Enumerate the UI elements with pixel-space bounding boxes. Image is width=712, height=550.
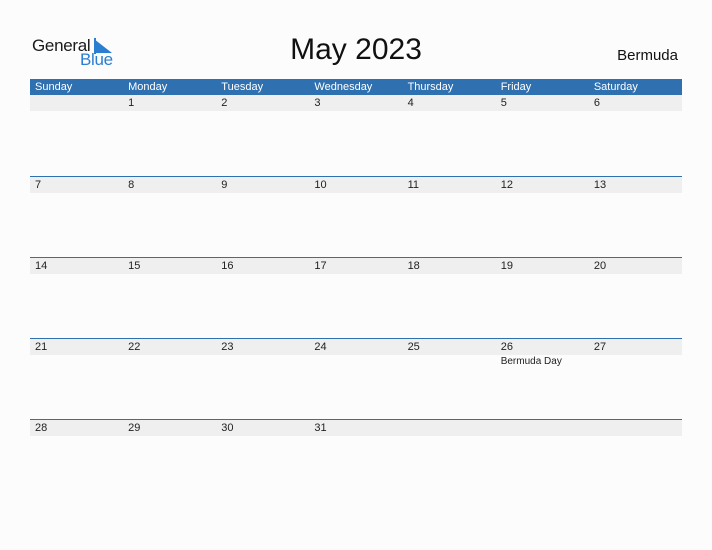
holiday-event <box>30 436 123 437</box>
events-row <box>30 111 682 112</box>
day-number: 8 <box>128 179 135 191</box>
day-number: 14 <box>35 260 48 272</box>
holiday-event <box>123 274 216 275</box>
day-number: 27 <box>593 341 607 353</box>
day-number: 16 <box>221 260 234 272</box>
calendar-grid: Sunday Monday Tuesday Wednesday Thursday… <box>30 79 682 500</box>
day-number: 12 <box>500 179 513 191</box>
holiday-event <box>216 355 309 367</box>
date-strip: 1 2 3 4 5 6 <box>30 95 682 111</box>
holiday-event: Bermuda Day <box>500 356 562 367</box>
weekday-header-row: Sunday Monday Tuesday Wednesday Thursday… <box>30 79 682 95</box>
holiday-event <box>589 193 682 194</box>
week-row: 28 29 30 31 <box>30 419 682 500</box>
day-number: 3 <box>314 97 321 109</box>
week-row: 14 15 16 17 18 19 20 <box>30 257 682 338</box>
holiday-event <box>403 193 496 194</box>
day-number: 10 <box>314 179 327 191</box>
day-number: 6 <box>593 97 600 109</box>
day-number: 18 <box>407 260 420 272</box>
weekday-header: Thursday <box>407 81 454 93</box>
holiday-event <box>216 193 309 194</box>
day-number: 30 <box>221 422 234 434</box>
holiday-event <box>496 111 589 112</box>
holiday-event <box>496 436 589 437</box>
holiday-event <box>589 111 682 112</box>
holiday-event <box>403 436 496 437</box>
holiday-event <box>30 355 123 367</box>
date-strip: 21 22 23 24 25 26 27 <box>30 339 682 355</box>
holiday-event <box>589 355 682 367</box>
week-row: 7 8 9 10 11 12 13 <box>30 176 682 257</box>
day-number: 17 <box>314 260 327 272</box>
weekday-header: Wednesday <box>314 81 373 93</box>
holiday-event <box>309 193 402 194</box>
weekday-header: Tuesday <box>221 81 264 93</box>
day-number: 5 <box>500 97 507 109</box>
holiday-event <box>123 436 216 437</box>
day-number <box>589 420 682 436</box>
holiday-event <box>403 355 496 367</box>
weekday-header: Saturday <box>593 81 638 93</box>
holiday-event <box>403 111 496 112</box>
week-row: 1 2 3 4 5 6 <box>30 95 682 176</box>
day-number: 1 <box>128 97 135 109</box>
holiday-event <box>403 274 496 275</box>
day-number: 26 <box>500 341 513 353</box>
holiday-event <box>30 193 123 194</box>
holiday-event <box>30 111 123 112</box>
holiday-event <box>309 111 402 112</box>
holiday-event <box>123 111 216 112</box>
holiday-event <box>589 436 682 437</box>
weeks-container: 1 2 3 4 5 6 7 8 9 10 11 12 13 14 15 16 17 18 19 20 21 22 23 24 2… <box>30 95 682 500</box>
day-number: 11 <box>407 179 419 191</box>
day-number: 20 <box>593 260 607 272</box>
day-number: 29 <box>128 422 141 434</box>
holiday-event <box>496 193 589 194</box>
day-number: 19 <box>500 260 513 272</box>
day-number: 23 <box>221 341 234 353</box>
holiday-event <box>589 274 682 275</box>
day-number: 9 <box>221 179 228 191</box>
day-number <box>496 420 589 436</box>
holiday-event <box>216 436 309 437</box>
holiday-event <box>496 274 589 275</box>
day-number: 31 <box>314 422 327 434</box>
events-row: Bermuda Day <box>30 355 682 367</box>
date-strip: 28 29 30 31 <box>30 420 682 436</box>
holiday-event <box>123 193 216 194</box>
day-number: 28 <box>35 422 48 434</box>
day-number <box>403 420 496 436</box>
weekday-header: Friday <box>500 81 532 93</box>
holiday-event <box>309 355 402 367</box>
events-row <box>30 274 682 275</box>
date-strip: 14 15 16 17 18 19 20 <box>30 258 682 274</box>
day-number: 15 <box>128 260 141 272</box>
day-number: 7 <box>35 179 42 191</box>
holiday-event <box>216 111 309 112</box>
day-number: 24 <box>314 341 327 353</box>
day-number: 25 <box>407 341 420 353</box>
holiday-event <box>309 274 402 275</box>
holiday-event <box>216 274 309 275</box>
date-strip: 7 8 9 10 11 12 13 <box>30 177 682 193</box>
week-row: 21 22 23 24 25 26 27 Bermuda Day <box>30 338 682 419</box>
events-row <box>30 436 682 437</box>
day-number: 22 <box>128 341 141 353</box>
holiday-event <box>30 274 123 275</box>
calendar-title: May 2023 <box>290 33 422 66</box>
weekday-header: Monday <box>128 81 168 93</box>
events-row <box>30 193 682 194</box>
weekday-header: Sunday <box>35 81 73 93</box>
day-number: 4 <box>407 97 414 109</box>
day-number: 2 <box>221 97 228 109</box>
day-number <box>30 95 123 111</box>
country-label: Bermuda <box>617 47 678 64</box>
holiday-event <box>123 355 216 367</box>
holiday-event <box>309 436 402 437</box>
day-number: 21 <box>35 341 48 353</box>
day-number: 13 <box>593 179 607 191</box>
